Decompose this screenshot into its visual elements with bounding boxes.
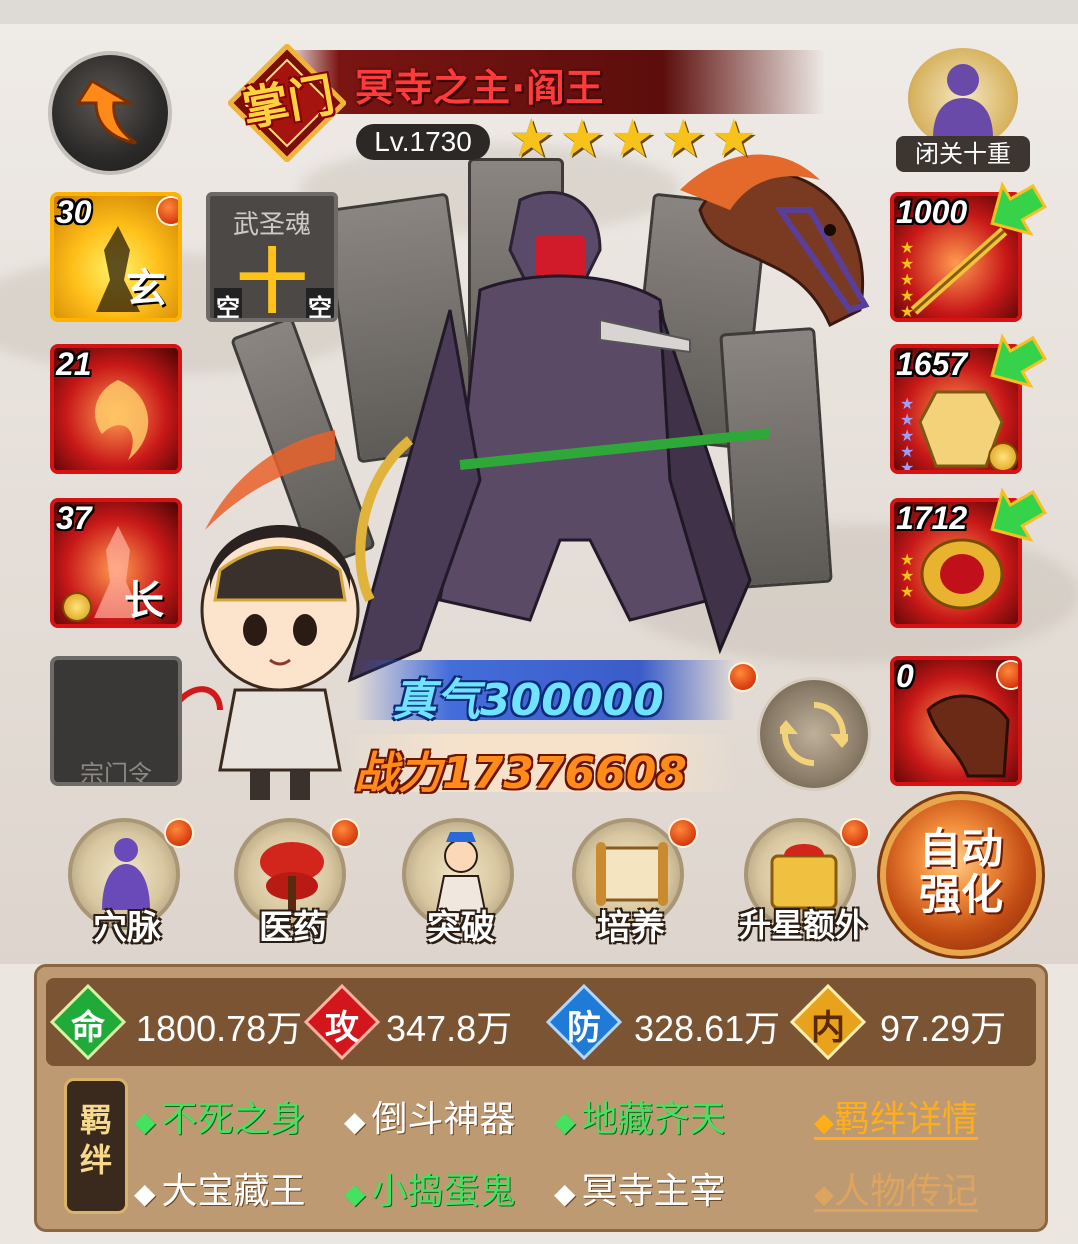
menu-breakthrough[interactable]: 突破: [396, 818, 526, 948]
defense-icon-char: 防: [567, 1008, 601, 1048]
inner-power-icon-char: 内: [811, 1008, 845, 1048]
small-stars: ★ ★ ★: [900, 550, 915, 601]
swap-hero-button[interactable]: [760, 680, 868, 788]
upgrade-arrow-icon[interactable]: [982, 328, 1048, 394]
menu-label: 升星额外: [738, 906, 867, 944]
notification-dot: [998, 662, 1018, 688]
menu-label: 穴脉: [93, 908, 161, 948]
auto-enhance-line2: 强化: [918, 870, 1003, 919]
martial-soul-slot[interactable]: 武圣魂 十 空 空: [206, 192, 338, 322]
hero-level: Lv.1730: [356, 124, 490, 160]
menu-label: 培养: [597, 908, 665, 948]
slot-char: 玄: [126, 266, 166, 312]
hero-name: 冥寺之主·阎王: [355, 66, 605, 110]
status-strip: [0, 0, 1078, 25]
small-stars: ★ ★ ★ ★ ★: [900, 394, 915, 474]
small-stars: ★ ★ ★ ★ ★: [900, 238, 915, 321]
hp-value: 1800.78万: [136, 1008, 303, 1049]
sect-token-slot[interactable]: 宗门令: [50, 656, 182, 786]
bond-label-line1: 羁: [79, 1101, 112, 1139]
slot-char: 长: [124, 578, 164, 624]
equip-slot-mount[interactable]: 0: [890, 656, 1022, 786]
skill-slot-2[interactable]: 21: [50, 344, 182, 474]
notification-dot: [158, 198, 178, 224]
slot-right-corner: 空: [306, 288, 334, 318]
star-icon: ★: [710, 109, 758, 169]
bond-label-line2: 绊: [79, 1141, 112, 1179]
bond-details-text: 羁绊详情: [834, 1099, 979, 1140]
skill-slot-1[interactable]: 30 玄: [50, 192, 182, 322]
bond-item: ◆ 不死之身: [134, 1099, 306, 1140]
bond-text: 倒斗神器: [371, 1099, 516, 1140]
refresh-icon: [780, 702, 848, 766]
bond-item: ◆ 倒斗神器: [344, 1099, 516, 1140]
inner-power-value: 97.29万: [880, 1008, 1007, 1049]
upgrade-arrow-icon[interactable]: [982, 176, 1048, 242]
notification-dot: [730, 664, 756, 690]
combat-power: 战力17376608: [354, 748, 687, 799]
star-icon: ★: [609, 109, 656, 169]
star-icon: ★: [558, 109, 606, 169]
attack-icon-char: 攻: [325, 1008, 359, 1048]
auto-enhance-line1: 自动: [918, 824, 1003, 873]
bond-text: 冥寺主宰: [581, 1171, 726, 1212]
menu-label: 突破: [427, 908, 495, 948]
menu-star-extra[interactable]: 升星额外: [738, 818, 868, 948]
defense-value: 328.61万: [634, 1008, 781, 1049]
upgrade-arrow-icon[interactable]: [982, 482, 1048, 548]
menu-medicine[interactable]: 医药: [228, 818, 358, 948]
bond-text: 地藏齐天: [581, 1099, 726, 1140]
auto-enhance-button[interactable]: 自动 强化: [886, 800, 1036, 950]
biography-text: 人物传记: [834, 1171, 979, 1212]
menu-cultivate[interactable]: 培养: [566, 818, 696, 948]
fire-swirl-icon: [95, 380, 149, 460]
biography-link[interactable]: ◆人物传记: [814, 1162, 978, 1214]
meditating-monk-icon: [933, 64, 993, 138]
back-button[interactable]: [52, 55, 168, 171]
warrior-illustration: [347, 190, 770, 683]
menu-label: 医药: [259, 908, 327, 948]
meditation-label: 闭关十重: [896, 136, 1030, 172]
equip-level: 1712: [896, 500, 968, 536]
bond-details-link[interactable]: ◆羁绊详情: [814, 1090, 978, 1142]
notification-dot: [842, 820, 868, 846]
slot-left-corner: 空: [214, 288, 242, 318]
notification-dot: [670, 820, 696, 846]
notification-dot: [166, 820, 192, 846]
bond-label: 羁 绊: [64, 1100, 128, 1180]
attack-value: 347.8万: [386, 1008, 513, 1049]
notification-dot: [332, 820, 358, 846]
bond-item: ◆ 小捣蛋鬼: [344, 1171, 516, 1212]
bond-text: 不死之身: [161, 1099, 306, 1140]
star-icon: ★: [659, 109, 707, 169]
bond-text: 小捣蛋鬼: [371, 1171, 516, 1212]
back-arrow-icon: [75, 78, 137, 145]
slot-label: 宗门令: [80, 760, 152, 786]
bond-item: ◆ 地藏齐天: [554, 1099, 726, 1140]
gold-coin-icon: [990, 444, 1016, 470]
equip-level: 1657: [896, 346, 968, 382]
menu-meridian[interactable]: 穴脉: [62, 818, 192, 948]
gold-coin-icon: [64, 594, 90, 620]
star-rating: ★ ★ ★ ★ ★: [508, 112, 757, 166]
bond-item: ◆ 大宝藏王: [134, 1171, 306, 1212]
meditation-button[interactable]: [908, 48, 1018, 148]
horse-icon: [926, 694, 1010, 778]
zhenqi-value: 真气300000: [392, 675, 664, 726]
skill-slot-3[interactable]: 37 长: [50, 498, 182, 628]
bond-text: 大宝藏王: [161, 1171, 306, 1212]
star-icon: ★: [508, 109, 555, 169]
auto-enhance-label: 自动 强化: [886, 826, 1036, 918]
bond-item: ◆ 冥寺主宰: [554, 1171, 726, 1212]
hp-icon-char: 命: [71, 1008, 105, 1048]
